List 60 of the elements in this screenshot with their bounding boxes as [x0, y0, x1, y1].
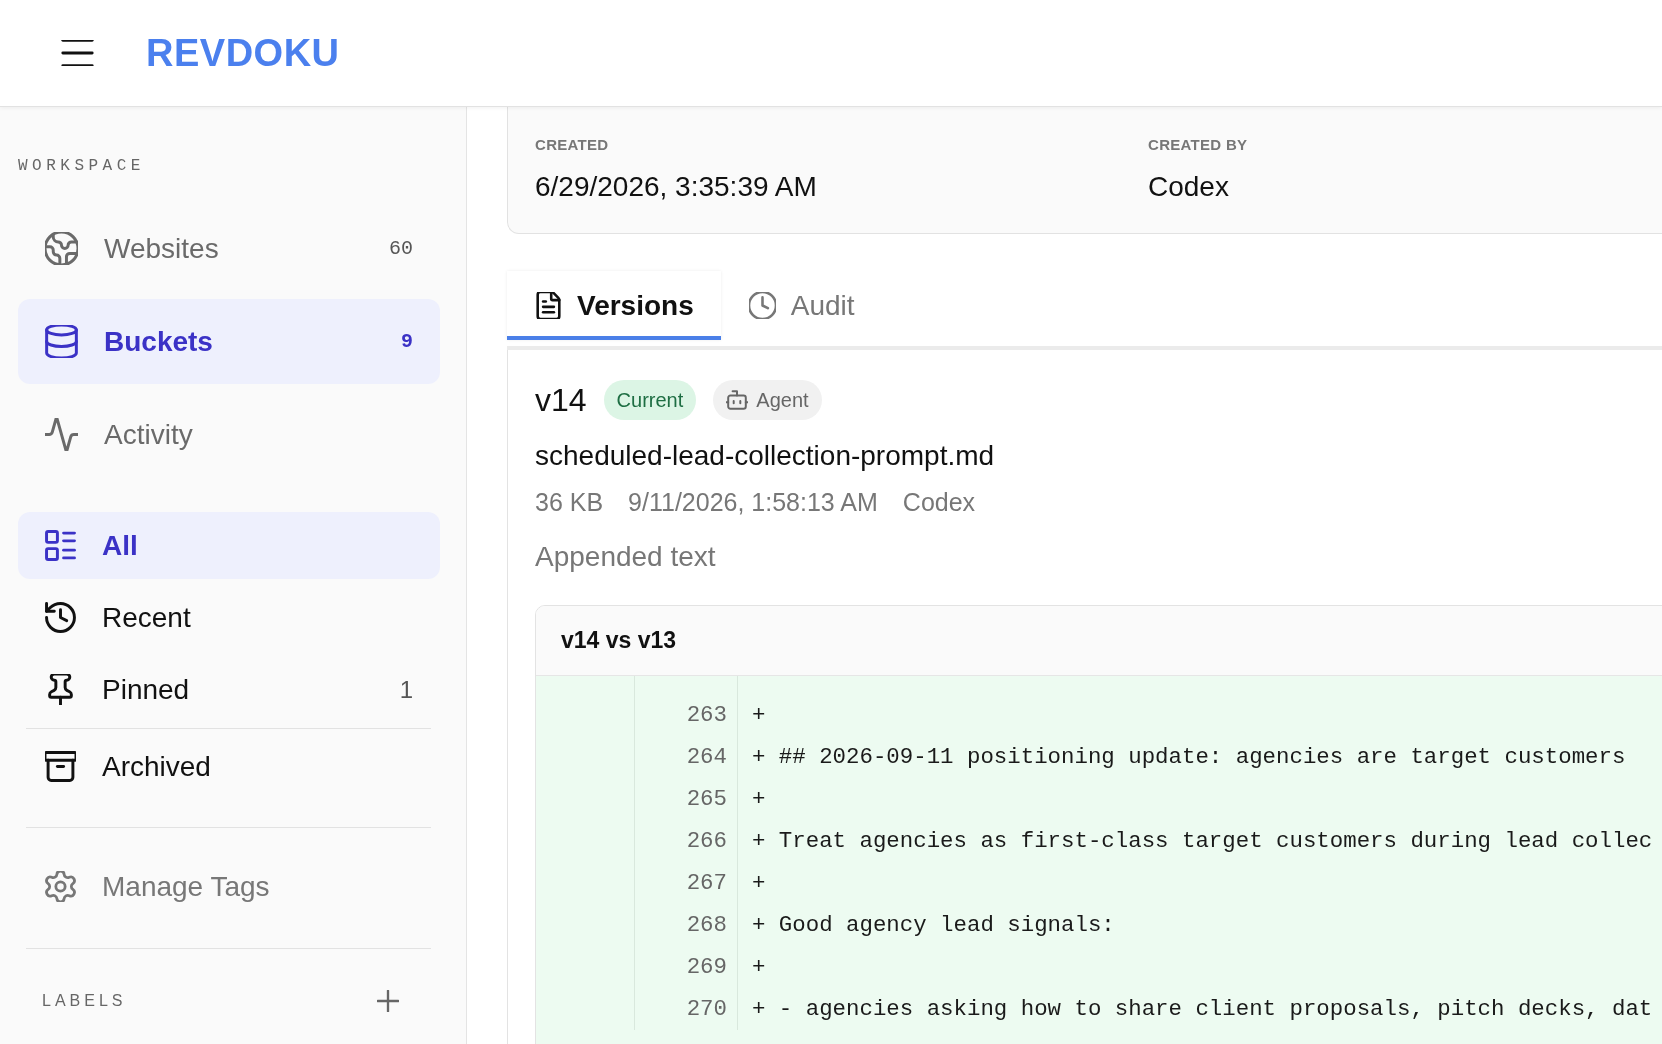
line-number: 265 [686, 785, 727, 814]
code-line: + - agencies asking how to share client proposals, pitch decks, dat [752, 995, 1653, 1024]
code-line: + [752, 869, 766, 898]
pin-icon [45, 674, 76, 705]
document-icon [535, 292, 562, 319]
line-number: 266 [686, 827, 727, 856]
add-button[interactable] [377, 990, 399, 1012]
menu-button[interactable] [61, 40, 94, 66]
sidebar-item[interactable]: Websites 60 [18, 206, 440, 291]
logo[interactable]: REVDOKU [146, 31, 340, 75]
version-name: v14 [535, 381, 587, 420]
line-number: 270 [686, 995, 727, 1024]
robot-icon [726, 389, 749, 411]
filter-item[interactable]: Archived [18, 733, 440, 800]
section-title: WORKSPACE [18, 156, 146, 176]
item-count: 60 [389, 237, 413, 260]
status-pill: Current [603, 380, 697, 420]
filter-item[interactable]: Pinned 1 [18, 656, 440, 723]
code-line: + Treat agencies as first-class target customers during lead collec [752, 827, 1653, 856]
source-pill: Agent [713, 380, 822, 420]
filter-item[interactable]: Recent [18, 584, 440, 651]
line-number: 263 [686, 701, 727, 730]
code-line: + [752, 953, 766, 982]
item-count: 1 [399, 675, 413, 704]
filter-item[interactable]: All [18, 512, 440, 579]
line-number: 268 [686, 911, 727, 940]
field-value: 6/29/2026, 3:35:39 AM [535, 170, 818, 204]
code-line: + ## 2026-09-11 positioning update: agencies are target customers [752, 743, 1626, 772]
archive-icon [45, 751, 76, 782]
code-line: + [752, 785, 766, 814]
menu-icon [61, 40, 94, 66]
file-name: scheduled-lead-collection-prompt.md [535, 439, 996, 473]
meta-text: 36 KB [535, 487, 604, 517]
line-number: 264 [686, 743, 727, 772]
history-icon [45, 602, 76, 633]
globe-icon [45, 232, 78, 265]
database-icon [45, 325, 78, 358]
code-line: + [752, 701, 766, 730]
list-icon [45, 530, 76, 561]
meta-text: 9/11/2026, 1:58:13 AM [628, 487, 878, 517]
item-count: 9 [401, 330, 413, 353]
line-number: 267 [686, 869, 727, 898]
sidebar-item[interactable]: Buckets 9 [18, 299, 440, 384]
field-value: Codex [1148, 170, 1230, 204]
diff-title: v14 vs v13 [561, 627, 677, 654]
line-number: 269 [686, 953, 727, 982]
pulse-icon [45, 418, 78, 451]
settings-icon [45, 871, 76, 902]
meta-text: Codex [902, 487, 976, 517]
clock-icon [748, 292, 776, 319]
sidebar-item[interactable]: Activity [18, 392, 440, 477]
code-line: + Good agency lead signals: [752, 911, 1115, 940]
field-label: CREATED BY [1148, 135, 1249, 155]
manage-tags-link[interactable]: Manage Tags [18, 853, 440, 920]
tab[interactable]: Audit [720, 271, 882, 340]
section-title: LABELS [42, 991, 127, 1011]
field-label: CREATED [535, 135, 610, 155]
plus-icon [377, 990, 399, 1012]
tab[interactable]: Versions [507, 271, 721, 340]
change-summary: Appended text [535, 540, 717, 574]
